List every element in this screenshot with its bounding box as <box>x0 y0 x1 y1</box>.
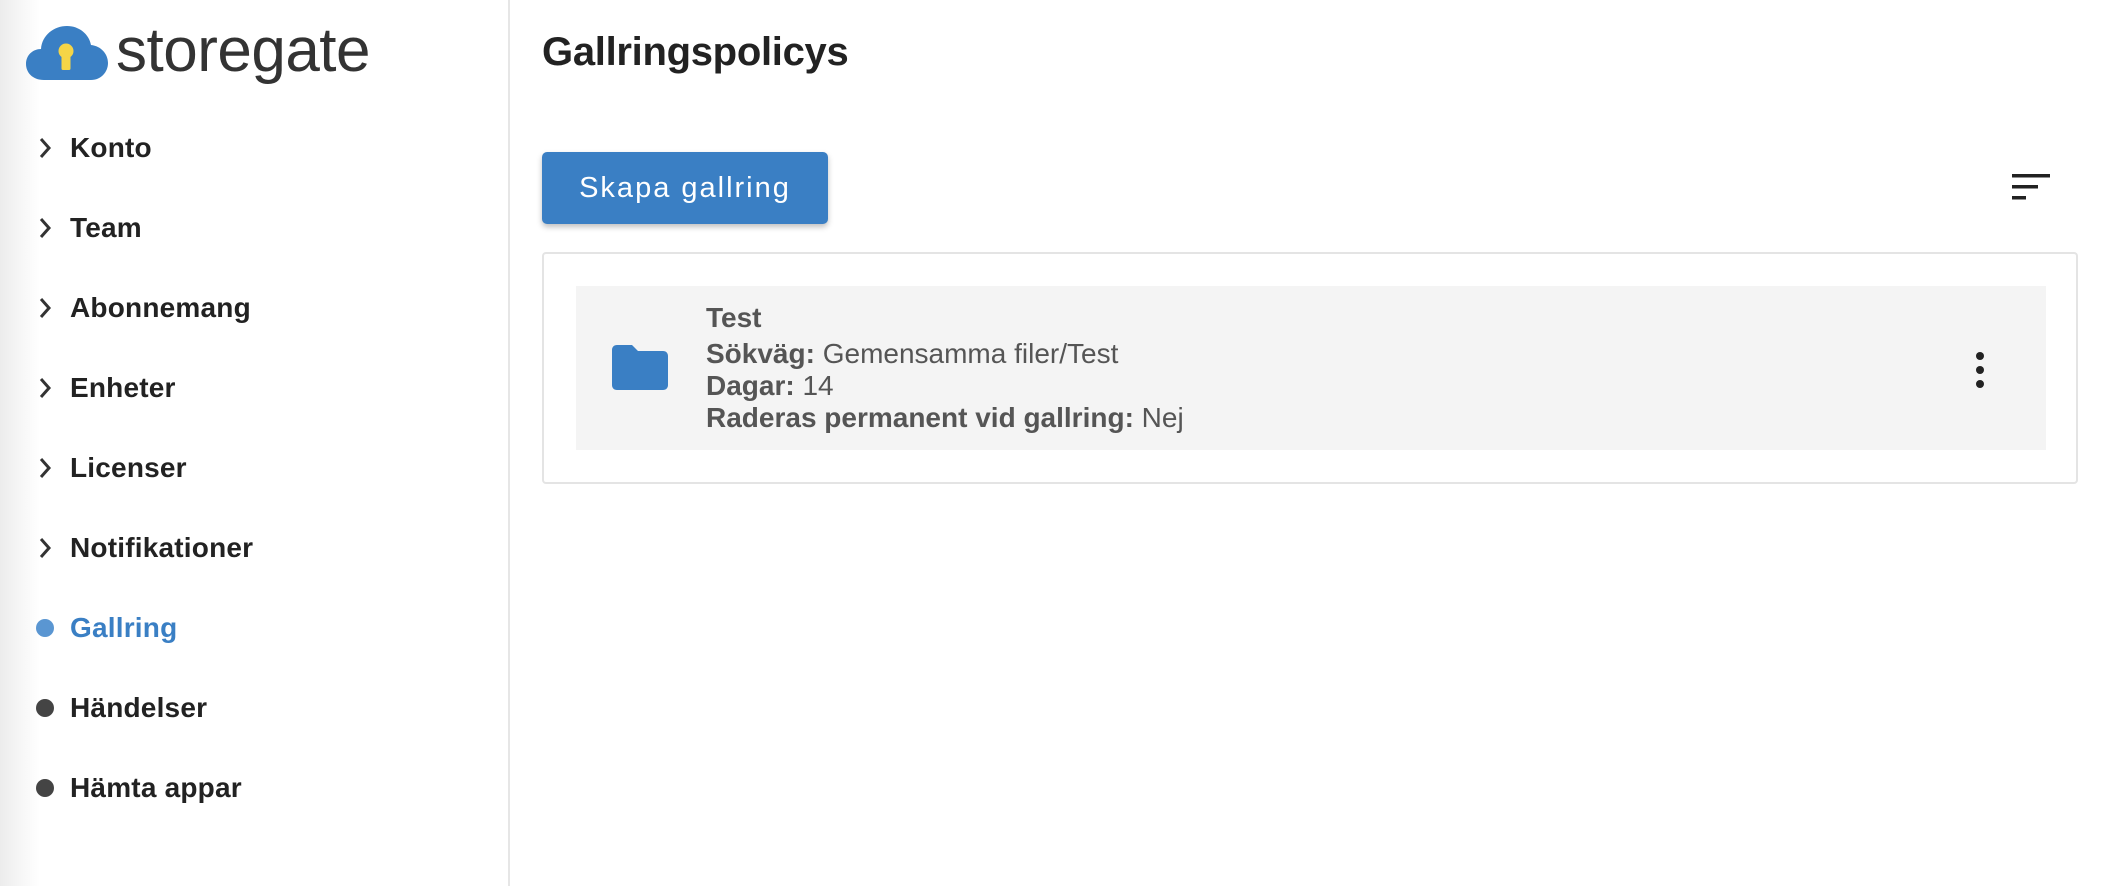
chevron-right-icon <box>34 377 56 399</box>
storegate-logo[interactable]: storegate <box>26 16 371 85</box>
days-label: Dagar: <box>706 370 795 401</box>
dot-icon <box>34 697 56 719</box>
policy-permanent: Raderas permanent vid gallring: Nej <box>706 402 1184 434</box>
cloud-keyhole-icon <box>26 26 108 80</box>
chevron-right-icon <box>34 217 56 239</box>
permanent-value: Nej <box>1141 402 1184 433</box>
sidebar: storegate Konto Team Abonnemang Enheter <box>0 0 510 886</box>
policy-row[interactable]: Test Sökväg: Gemensamma filer/Test Dagar… <box>576 286 2046 450</box>
policy-path: Sökväg: Gemensamma filer/Test <box>706 338 1184 370</box>
brand-name: storegate <box>116 16 371 85</box>
sidebar-item-notifikationer[interactable]: Notifikationer <box>0 518 508 578</box>
policy-name: Test <box>706 302 762 333</box>
sidebar-item-label: Händelser <box>70 692 208 723</box>
sidebar-item-abonnemang[interactable]: Abonnemang <box>0 278 508 338</box>
sidebar-item-hamta-appar[interactable]: Hämta appar <box>0 758 508 818</box>
policy-list: Test Sökväg: Gemensamma filer/Test Dagar… <box>542 252 2078 484</box>
sidebar-item-team[interactable]: Team <box>0 198 508 258</box>
policy-info: Test Sökväg: Gemensamma filer/Test Dagar… <box>706 302 1184 434</box>
chevron-right-icon <box>34 137 56 159</box>
page-title: Gallringspolicys <box>542 30 849 74</box>
sidebar-item-label: Gallring <box>70 612 178 643</box>
main-content: Gallringspolicys Skapa gallring Test Sök… <box>542 0 2104 886</box>
dot-icon <box>34 777 56 799</box>
sidebar-item-label: Notifikationer <box>70 532 254 563</box>
chevron-right-icon <box>34 297 56 319</box>
sidebar-item-label: Enheter <box>70 372 176 403</box>
sort-icon[interactable] <box>2008 170 2056 206</box>
days-value: 14 <box>802 370 834 401</box>
policy-days: Dagar: 14 <box>706 370 1184 402</box>
sidebar-item-handelser[interactable]: Händelser <box>0 678 508 738</box>
path-label: Sökväg: <box>706 338 815 369</box>
sidebar-item-label: Abonnemang <box>70 292 251 323</box>
create-policy-button[interactable]: Skapa gallring <box>542 152 828 224</box>
chevron-right-icon <box>34 537 56 559</box>
sidebar-item-konto[interactable]: Konto <box>0 118 508 178</box>
sidebar-item-licenser[interactable]: Licenser <box>0 438 508 498</box>
chevron-right-icon <box>34 457 56 479</box>
folder-icon <box>612 344 668 390</box>
dot-icon <box>34 617 56 639</box>
sidebar-item-label: Team <box>70 212 142 243</box>
more-vert-icon[interactable] <box>1968 350 1992 390</box>
sidebar-item-label: Konto <box>70 132 152 163</box>
sidebar-item-label: Licenser <box>70 452 187 483</box>
sidebar-item-gallring[interactable]: Gallring <box>0 598 508 658</box>
sidebar-item-label: Hämta appar <box>70 772 242 803</box>
path-value: Gemensamma filer/Test <box>822 338 1119 369</box>
sidebar-item-enheter[interactable]: Enheter <box>0 358 508 418</box>
permanent-label: Raderas permanent vid gallring: <box>706 402 1134 433</box>
